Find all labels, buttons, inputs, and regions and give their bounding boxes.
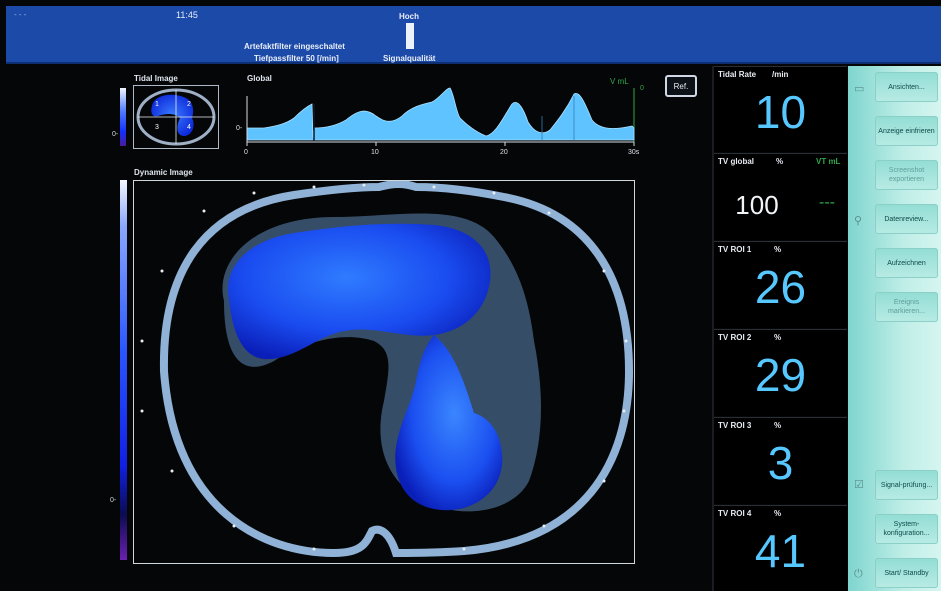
x-tick-0: 0 xyxy=(244,149,248,156)
screenshot-export-button[interactable]: Screenshot exportieren xyxy=(875,160,938,190)
tidal-image-title: Tidal Image xyxy=(134,74,178,83)
status-bar: - - - 11:45 Artefaktfilter eingeschaltet… xyxy=(6,6,941,64)
tile-value: 41 xyxy=(754,525,807,577)
dynamic-scale-zero: 0- xyxy=(110,497,117,504)
tile-extra-unit: VT mL xyxy=(816,157,841,166)
global-waveform: V mL 0 0- 0 10 20 30s xyxy=(236,77,644,156)
x-tick-20: 20 xyxy=(500,149,508,156)
tile-value: 29 xyxy=(754,349,807,401)
tile-unit: % xyxy=(776,157,784,166)
tidal-image-graphic: 1 2 3 4 xyxy=(136,88,216,146)
tidal-color-scale xyxy=(120,88,126,146)
magnifier-icon: ⚲ xyxy=(854,215,863,227)
tile-tv-roi-2: TV ROI 2 % 29 xyxy=(714,329,847,416)
system-config-button[interactable]: System-konfiguration... xyxy=(875,514,938,544)
roi-label-4: 4 xyxy=(187,124,191,131)
reference-button[interactable]: Ref. xyxy=(665,75,697,97)
signal-quality-bar xyxy=(406,23,414,49)
tile-label: TV ROI 4 xyxy=(718,509,752,518)
dynamic-image-graphic xyxy=(140,180,634,558)
global-unit: V mL xyxy=(610,77,629,86)
roi-label-3: 3 xyxy=(155,124,159,131)
mark-event-button[interactable]: Ereignis markieren... xyxy=(875,292,938,322)
global-y-zero-left: 0- xyxy=(236,125,243,132)
views-button[interactable]: Ansichten... xyxy=(875,72,938,102)
signal-quality-label: Signalqualität xyxy=(383,54,436,63)
tile-tv-roi-4: TV ROI 4 % 41 xyxy=(714,505,847,591)
tile-label: TV global xyxy=(718,157,754,166)
dynamic-color-scale xyxy=(120,180,127,560)
tile-tv-roi-1: TV ROI 1 % 26 xyxy=(714,241,847,328)
global-y-zero-right: 0 xyxy=(640,85,644,92)
x-tick-10: 10 xyxy=(371,149,379,156)
tidal-scale-zero: 0- xyxy=(112,131,119,138)
tile-unit: % xyxy=(774,245,782,254)
dynamic-image-title: Dynamic Image xyxy=(134,168,193,177)
data-review-button[interactable]: Datenreview... xyxy=(875,204,938,234)
tile-unit: % xyxy=(774,421,782,430)
roi-label-2: 2 xyxy=(187,101,191,108)
monitor-icon: ▭ xyxy=(854,83,865,95)
tile-tv-global: TV global % VT mL 100 --- xyxy=(714,153,847,240)
freeze-display-button[interactable]: Anzeige einfrieren xyxy=(875,116,938,146)
signal-quality-high-label: Hoch xyxy=(399,12,419,21)
tidal-image-thumbnail[interactable]: 1 2 3 4 xyxy=(133,85,219,149)
control-panel: ▭ Ansichten... Anzeige einfrieren Screen… xyxy=(848,66,941,591)
tile-label: TV ROI 2 xyxy=(718,333,752,342)
tile-tv-roi-3: TV ROI 3 % 3 xyxy=(714,417,847,504)
tile-dash: --- xyxy=(819,194,835,211)
tile-value: 10 xyxy=(754,86,807,138)
tile-unit: % xyxy=(774,333,782,342)
tile-value: 26 xyxy=(754,261,807,313)
tile-label: TV ROI 3 xyxy=(718,421,752,430)
x-tick-30: 30s xyxy=(628,149,640,156)
tile-value: 3 xyxy=(767,437,794,489)
dynamic-image-view[interactable] xyxy=(133,180,635,564)
checkbox-icon: ☑ xyxy=(854,479,864,491)
tile-unit: % xyxy=(774,509,782,518)
record-button[interactable]: Aufzeichnen xyxy=(875,248,938,278)
clock: 11:45 xyxy=(176,10,198,20)
tile-value: 100 xyxy=(735,190,779,220)
status-dashes: - - - xyxy=(14,10,27,19)
tile-label: Tidal Rate xyxy=(718,70,757,79)
roi-label-1: 1 xyxy=(155,101,159,108)
lowpass-filter-status: Tiefpassfilter 50 [/min] xyxy=(254,54,339,63)
tile-label: TV ROI 1 xyxy=(718,245,752,254)
tile-unit: /min xyxy=(772,70,789,79)
artifact-filter-status: Artefaktfilter eingeschaltet xyxy=(244,42,345,51)
tile-tidal-rate: Tidal Rate /min 10 xyxy=(714,66,847,152)
signal-check-button[interactable]: Signal-prüfung... xyxy=(875,470,938,500)
power-icon: ⏻ xyxy=(854,568,863,580)
start-standby-button[interactable]: Start/ Standby xyxy=(875,558,938,588)
